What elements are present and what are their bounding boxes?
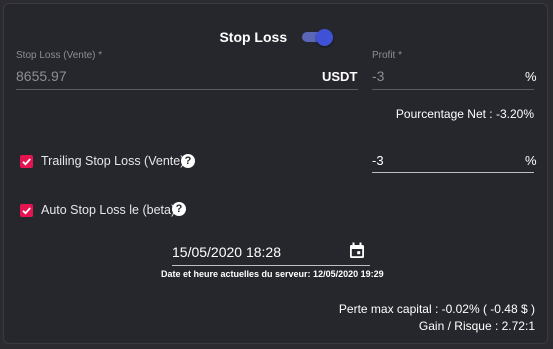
stop-loss-panel: Stop Loss Stop Loss (Vente) * 8655.97 US… bbox=[3, 3, 548, 344]
check-icon bbox=[22, 207, 31, 215]
stop-loss-underline bbox=[16, 89, 358, 90]
trailing-checkbox[interactable] bbox=[20, 155, 33, 168]
trailing-label: Trailing Stop Loss (Vente) bbox=[41, 154, 185, 168]
auto-stop-checkbox[interactable] bbox=[20, 204, 33, 217]
stop-loss-unit: USDT bbox=[322, 69, 358, 84]
trailing-help-icon[interactable]: ? bbox=[181, 154, 195, 168]
datetime-input[interactable]: 15/05/2020 18:28 bbox=[172, 244, 281, 260]
stop-loss-header: Stop Loss bbox=[4, 28, 547, 46]
profit-input[interactable]: -3 bbox=[372, 68, 384, 84]
stop-loss-field-label: Stop Loss (Vente) * bbox=[16, 50, 103, 61]
net-percentage: Pourcentage Net : -3.20% bbox=[395, 107, 534, 121]
auto-stop-help-icon[interactable]: ? bbox=[172, 202, 186, 216]
datetime-underline bbox=[172, 265, 370, 266]
perte-max-capital: Perte max capital : -0.02% ( -0.48 $ ) bbox=[338, 302, 535, 316]
stop-loss-toggle[interactable] bbox=[300, 28, 333, 46]
trailing-unit: % bbox=[525, 153, 537, 168]
profit-underline bbox=[372, 89, 534, 90]
trailing-underline bbox=[372, 172, 534, 173]
profit-field-label: Profit * bbox=[372, 50, 403, 61]
stop-loss-title: Stop Loss bbox=[219, 28, 288, 45]
stop-loss-input[interactable]: 8655.97 bbox=[16, 68, 67, 84]
toggle-knob bbox=[315, 28, 333, 46]
server-time: Date et heure actuelles du serveur: 12/0… bbox=[161, 269, 384, 279]
trailing-input[interactable]: -3 bbox=[372, 153, 384, 168]
calendar-icon[interactable] bbox=[349, 242, 365, 259]
check-icon bbox=[22, 158, 31, 166]
gain-risque: Gain / Risque : 2.72:1 bbox=[418, 319, 535, 333]
profit-unit: % bbox=[525, 69, 537, 84]
auto-stop-label: Auto Stop Loss le (beta) bbox=[41, 203, 176, 217]
